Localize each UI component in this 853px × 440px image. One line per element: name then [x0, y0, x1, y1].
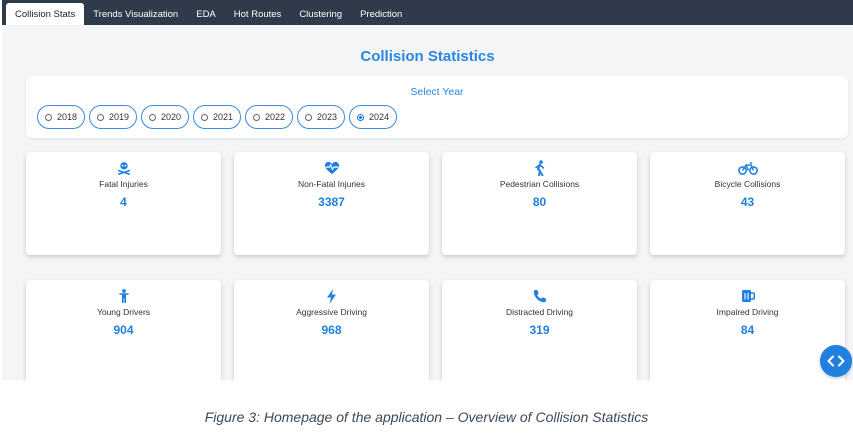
stat-card-non-fatal-injuries: Non-Fatal Injuries 3387 — [234, 152, 429, 255]
radio-button[interactable] — [44, 113, 52, 121]
year-option-2020[interactable]: 2020 — [141, 105, 189, 129]
stat-label: Impaired Driving — [716, 307, 779, 317]
stat-label: Non-Fatal Injuries — [297, 179, 366, 189]
radio-button[interactable] — [96, 113, 104, 121]
stat-card-pedestrian-collisions: Pedestrian Collisions 80 — [442, 152, 637, 255]
radio-button[interactable] — [252, 113, 260, 121]
stat-label: Young Drivers — [96, 307, 151, 317]
stat-value: 80 — [532, 195, 547, 209]
year-option-2023[interactable]: 2023 — [297, 105, 345, 129]
radio-button[interactable] — [200, 113, 208, 121]
bicycle-icon — [650, 159, 845, 177]
year-option-label: 2019 — [108, 112, 130, 122]
phone-icon — [442, 287, 637, 305]
page-title: Collision Statistics — [360, 48, 495, 65]
stat-value: 319 — [529, 323, 550, 337]
stat-card-bicycle-collisions: Bicycle Collisions 43 — [650, 152, 845, 255]
year-option-2022[interactable]: 2022 — [245, 105, 293, 129]
stat-label: Bicycle Collisions — [714, 179, 781, 189]
stat-card-impaired-driving: Impaired Driving 84 — [650, 280, 845, 380]
tab-eda[interactable]: EDA — [187, 3, 225, 25]
skull-crossbones-icon — [26, 159, 221, 177]
figure-caption: Figure 3: Homepage of the application – … — [204, 409, 649, 425]
stat-card-distracted-driving: Distracted Driving 319 — [442, 280, 637, 380]
stat-value: 968 — [321, 323, 342, 337]
year-option-label: 2024 — [368, 112, 390, 122]
year-selector-label: Select Year — [410, 86, 464, 98]
tab-trends-visualization[interactable]: Trends Visualization — [84, 3, 187, 25]
year-option-label: 2018 — [56, 112, 78, 122]
stat-value: 4 — [120, 195, 127, 209]
radio-button[interactable] — [304, 113, 312, 121]
year-option-label: 2021 — [212, 112, 234, 122]
stat-value: 3387 — [318, 195, 345, 209]
radio-button[interactable] — [148, 113, 156, 121]
code-toggle-button[interactable] — [820, 345, 852, 377]
year-option-label: 2022 — [264, 112, 286, 122]
stat-label: Fatal Injuries — [99, 179, 148, 189]
walking-person-icon — [442, 159, 637, 177]
code-brackets-icon — [827, 355, 845, 367]
stat-card-aggressive-driving: Aggressive Driving 968 — [234, 280, 429, 380]
child-icon — [26, 287, 221, 305]
tab-collision-stats[interactable]: Collision Stats — [6, 3, 85, 25]
app-window: Collision Stats Trends Visualization EDA… — [2, 0, 853, 380]
lightning-bolt-icon — [234, 287, 429, 305]
tab-clustering[interactable]: Clustering — [290, 3, 351, 25]
stat-label: Pedestrian Collisions — [499, 179, 580, 189]
stat-value: 904 — [113, 323, 134, 337]
stat-card-fatal-injuries: Fatal Injuries 4 — [26, 152, 221, 255]
navbar: Collision Stats Trends Visualization EDA… — [2, 0, 853, 25]
beer-mug-icon — [650, 287, 845, 305]
year-option-2024[interactable]: 2024 — [349, 105, 397, 129]
stat-value: 43 — [740, 195, 755, 209]
stat-label: Distracted Driving — [505, 307, 574, 317]
stat-label: Aggressive Driving — [296, 307, 367, 317]
year-option-2019[interactable]: 2019 — [89, 105, 137, 129]
year-radio-group: 2018 2019 2020 2021 2022 2023 2024 — [37, 105, 397, 129]
year-option-2018[interactable]: 2018 — [37, 105, 85, 129]
heart-pulse-icon — [234, 159, 429, 177]
year-option-label: 2020 — [160, 112, 182, 122]
tab-hot-routes[interactable]: Hot Routes — [225, 3, 291, 25]
radio-button-selected[interactable] — [356, 113, 364, 121]
year-selector-card: Select Year 2018 2019 2020 2021 2022 202… — [26, 76, 848, 138]
tab-prediction[interactable]: Prediction — [351, 3, 411, 25]
stat-value: 84 — [740, 323, 755, 337]
year-option-label: 2023 — [316, 112, 338, 122]
year-option-2021[interactable]: 2021 — [193, 105, 241, 129]
stat-card-young-drivers: Young Drivers 904 — [26, 280, 221, 380]
